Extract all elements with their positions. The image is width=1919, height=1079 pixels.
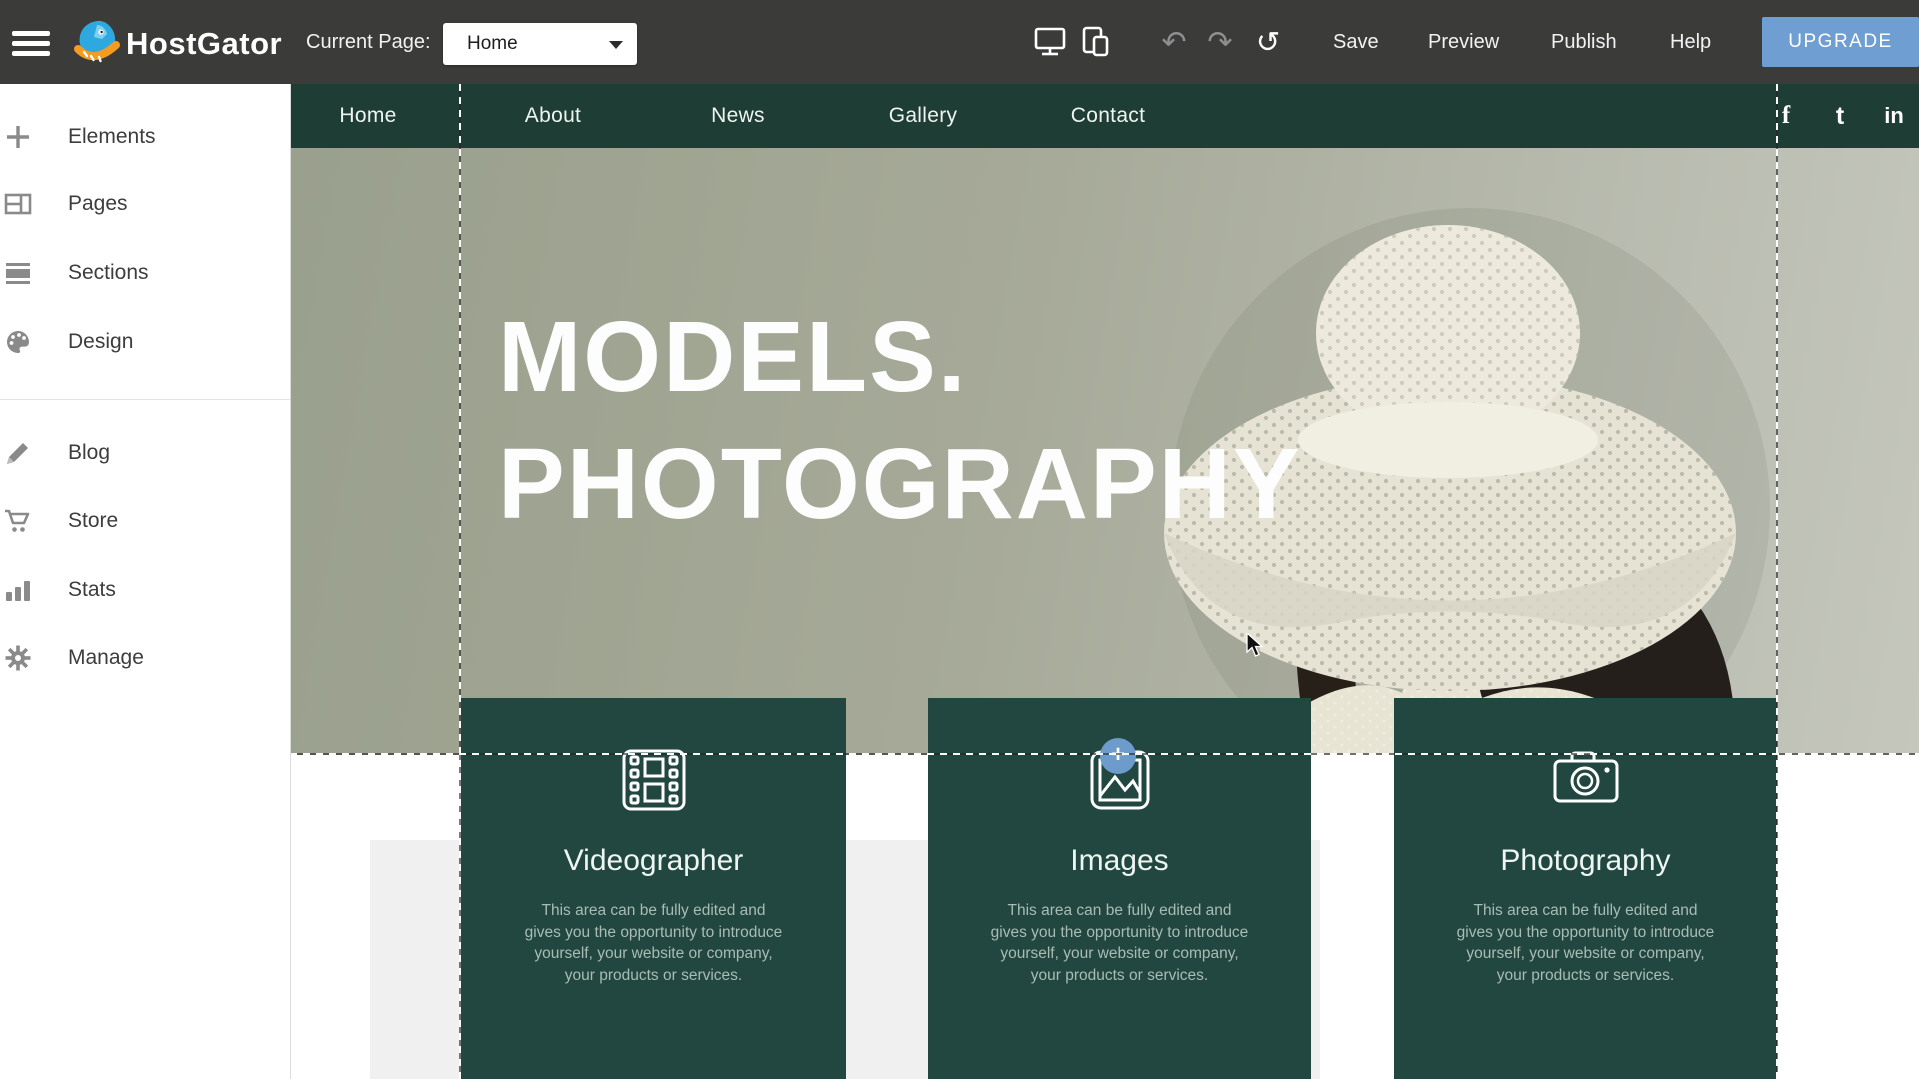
sidebar-item-stats[interactable]: Stats [0, 568, 290, 612]
screen: HostGator Current Page: Home ↶ ↷ ↺ Save … [0, 0, 1919, 1079]
sidebar-item-pages[interactable]: Pages [0, 182, 290, 226]
undo-icon[interactable]: ↶ [1156, 0, 1192, 84]
help-button[interactable]: Help [1670, 0, 1711, 84]
hamburger-menu-icon[interactable] [12, 31, 50, 57]
page-dropdown[interactable]: Home [443, 23, 637, 65]
card-photography[interactable]: Photography This area can be fully edite… [1394, 698, 1777, 1079]
site-nav-about[interactable]: About [525, 84, 581, 148]
palette-icon [4, 328, 32, 356]
page-dropdown-value: Home [467, 23, 518, 65]
sidebar-item-sections[interactable]: Sections [0, 251, 290, 295]
publish-button[interactable]: Publish [1551, 0, 1617, 84]
stats-icon [4, 576, 32, 604]
card-body: This area can be fully edited and gives … [523, 900, 785, 986]
preview-button[interactable]: Preview [1428, 0, 1499, 84]
site-nav-gallery[interactable]: Gallery [889, 84, 958, 148]
pages-icon [4, 190, 32, 218]
site-navbar: Home About News Gallery Contact f t in [290, 84, 1919, 148]
gear-icon [4, 644, 32, 672]
sidebar-divider [0, 399, 290, 400]
hero-title-line1: MODELS. [498, 294, 1302, 421]
sidebar-item-manage[interactable]: Manage [0, 636, 290, 680]
sidebar-item-design[interactable]: Design [0, 320, 290, 364]
linkedin-icon[interactable]: in [1884, 84, 1904, 148]
desktop-view-icon[interactable] [1032, 0, 1068, 84]
sidebar-item-elements[interactable]: Elements [0, 115, 290, 159]
hero-title: MODELS. PHOTOGRAPHY [498, 294, 1302, 548]
card-images[interactable]: + Images This area can be fully edited a… [928, 698, 1311, 1079]
card-title: Videographer [461, 844, 846, 878]
upgrade-button[interactable]: UPGRADE [1762, 17, 1919, 67]
site-nav-home[interactable]: Home [339, 84, 396, 148]
film-icon [619, 746, 689, 814]
current-page-label: Current Page: [306, 0, 431, 84]
facebook-icon[interactable]: f [1782, 84, 1790, 148]
history-icon[interactable]: ↺ [1250, 0, 1286, 84]
site-nav-news[interactable]: News [711, 84, 765, 148]
plus-icon [4, 123, 32, 151]
editor-sidebar: Elements Pages Sections Design Blog Stor… [0, 84, 291, 1079]
add-image-badge[interactable]: + [1100, 738, 1136, 774]
card-body: This area can be fully edited and gives … [1455, 900, 1717, 986]
redo-icon[interactable]: ↷ [1202, 0, 1238, 84]
mobile-view-icon[interactable] [1078, 0, 1114, 84]
sidebar-item-blog[interactable]: Blog [0, 431, 290, 475]
camera-icon [1551, 746, 1621, 814]
pencil-icon [4, 439, 32, 467]
site-nav-contact[interactable]: Contact [1071, 84, 1145, 148]
section-outline-right [1776, 84, 1778, 1079]
brand-wordmark: HostGator [126, 0, 282, 88]
save-button[interactable]: Save [1333, 0, 1379, 84]
editor-topbar: HostGator Current Page: Home ↶ ↷ ↺ Save … [0, 0, 1919, 84]
sidebar-item-store[interactable]: Store [0, 499, 290, 543]
hero-title-line2: PHOTOGRAPHY [498, 421, 1302, 548]
sections-icon [4, 259, 32, 287]
card-body: This area can be fully edited and gives … [989, 900, 1251, 986]
hero-section[interactable]: MODELS. PHOTOGRAPHY [290, 148, 1919, 755]
twitter-icon[interactable]: t [1836, 84, 1844, 148]
card-videographer[interactable]: Videographer This area can be fully edit… [461, 698, 846, 1079]
cart-icon [4, 507, 32, 535]
site-canvas: Home About News Gallery Contact f t in [290, 84, 1919, 1079]
section-outline-left [459, 84, 461, 1079]
mouse-cursor [1246, 633, 1270, 659]
card-title: Images [928, 844, 1311, 878]
card-title: Photography [1394, 844, 1777, 878]
chevron-down-icon [609, 41, 623, 49]
hostgator-mascot-logo-icon [72, 19, 122, 67]
section-outline-bottom [290, 753, 1919, 755]
